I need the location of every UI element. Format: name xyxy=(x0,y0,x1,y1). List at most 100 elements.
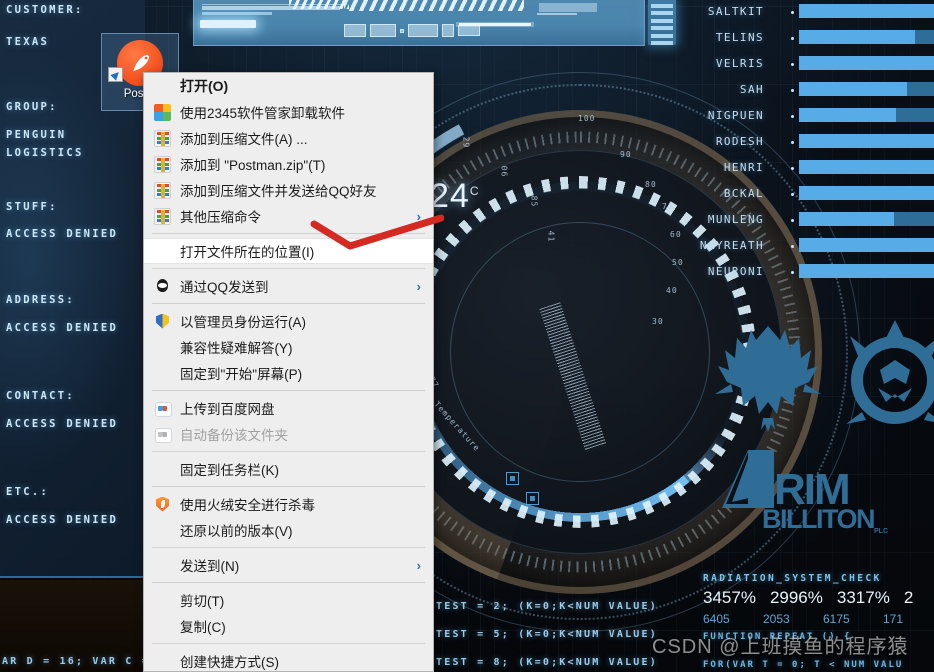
chevron-right-icon: › xyxy=(416,557,421,573)
var-code-line: AR D = 16; VAR C = xyxy=(2,656,150,667)
arim-billiton-logo: RIM BILLITONPLC xyxy=(718,450,888,535)
banner-right-block xyxy=(539,3,597,12)
entity-bar-row: SAH xyxy=(688,79,934,105)
gauge-label-10: 100 xyxy=(578,114,596,123)
menu-item-label: 通过QQ发送到 xyxy=(180,280,269,295)
menu-item-add-archive[interactable]: 添加到压缩文件(A) ... xyxy=(144,125,433,151)
entity-name: HENRI xyxy=(723,161,764,174)
customer-field-8: ACCESS DENIED xyxy=(6,322,119,334)
menu-item-label: 添加到压缩文件(A) ... xyxy=(180,132,308,147)
gauge-label-11: 90 xyxy=(620,150,632,159)
entity-bar-row: VELRIS xyxy=(688,53,934,79)
menu-item-autobackup: 自动备份该文件夹 xyxy=(144,421,433,447)
menu-item-send-to[interactable]: 发送到(N) › xyxy=(144,552,433,578)
entity-bullet-icon xyxy=(791,167,794,170)
menu-separator xyxy=(152,233,425,234)
menu-item-upload-baidu[interactable]: 上传到百度网盘 xyxy=(144,395,433,421)
readout-title: RADIATION_SYSTEM_CHECK xyxy=(703,573,882,584)
menu-separator xyxy=(152,582,425,583)
screen: 24C 0304500290685417787Temperature100908… xyxy=(0,0,934,672)
menu-item-label: 使用2345软件管家卸载软件 xyxy=(180,106,346,121)
entity-bar-overflow xyxy=(907,82,934,96)
banner-glow-bar xyxy=(200,20,256,28)
menu-item-label: 剪切(T) xyxy=(180,594,225,609)
winrar-icon xyxy=(154,207,171,225)
entity-name: NAYREATH xyxy=(699,239,764,252)
menu-item-create-shortcut[interactable]: 创建快捷方式(S) xyxy=(144,648,433,671)
entity-bar-row: MUNLENG xyxy=(688,209,934,235)
entity-bar-fill xyxy=(799,82,907,96)
gauge-label-13: 70 xyxy=(662,202,674,211)
customer-field-12: ACCESS DENIED xyxy=(6,514,119,526)
menu-item-compat-trouble[interactable]: 兼容性疑难解答(Y) xyxy=(144,334,433,360)
entity-name: TELINS xyxy=(715,31,764,44)
menu-item-huorong-scan[interactable]: 使用火绒安全进行杀毒 xyxy=(144,491,433,517)
entity-bar-overflow xyxy=(896,108,934,122)
menu-item-uninstall-2345[interactable]: 使用2345软件管家卸载软件 xyxy=(144,99,433,125)
menu-item-label: 创建快捷方式(S) xyxy=(180,655,279,670)
readout-percent-row: 3457% 2996% 3317% 2 xyxy=(703,588,934,608)
chevron-right-icon: › xyxy=(416,278,421,294)
menu-item-label: 打开(O) xyxy=(180,78,229,94)
menu-item-restore-prev[interactable]: 还原以前的版本(V) xyxy=(144,517,433,543)
readout-value: 6405 xyxy=(703,612,730,626)
menu-item-label: 添加到压缩文件并发送给QQ好友 xyxy=(180,184,377,199)
gauge-label-5: 85 xyxy=(529,195,539,208)
entity-bar-overflow xyxy=(915,30,934,44)
test-code-line: TEST = 2; (K=0;K<NUM VALUE) xyxy=(436,601,658,612)
menu-item-copy[interactable]: 复制(C) xyxy=(144,613,433,639)
menu-item-cut[interactable]: 剪切(T) xyxy=(144,587,433,613)
entity-name: SALTKIT xyxy=(707,5,764,18)
menu-item-label: 固定到任务栏(K) xyxy=(180,463,279,478)
readout-value-row: 6405 2053 6175 171 xyxy=(703,612,934,626)
banner-right-rule xyxy=(537,13,577,15)
entity-bar-fill xyxy=(799,56,934,70)
context-menu[interactable]: 打开(O) 使用2345软件管家卸载软件 添加到压缩文件(A) ... 添加到 "Po… xyxy=(143,72,434,672)
banner-hatch-small xyxy=(289,0,349,9)
readout-value: 2053 xyxy=(763,612,790,626)
entity-bullet-icon xyxy=(791,141,794,144)
menu-item-open[interactable]: 打开(O) xyxy=(144,73,433,99)
entity-bar-fill xyxy=(799,4,934,18)
readout-percent: 2996% xyxy=(769,588,823,607)
menu-item-open-location[interactable]: 打开文件所在的位置(I) xyxy=(144,238,433,264)
uac-shield-icon xyxy=(154,313,171,330)
entity-bar-list: SALTKIT TELINS VELRIS SAH NIGPUEN RODESH HENRI… xyxy=(688,0,934,285)
gauge-marker-1 xyxy=(506,472,519,485)
2345-icon xyxy=(154,103,171,121)
baidu-cloud-icon xyxy=(154,400,172,417)
menu-separator xyxy=(152,547,425,548)
menu-item-add-postman-zip[interactable]: 添加到 "Postman.zip"(T) xyxy=(144,151,433,177)
entity-bar-fill xyxy=(799,160,934,174)
dragon-emblem-icon xyxy=(715,326,821,432)
menu-item-label: 固定到"开始"屏幕(P) xyxy=(180,367,303,382)
entity-bullet-icon xyxy=(791,115,794,118)
winrar-icon xyxy=(154,155,171,173)
customer-field-9: CONTACT: xyxy=(6,390,75,402)
customer-field-6: ACCESS DENIED xyxy=(6,228,119,240)
menu-item-send-via-qq[interactable]: 通过QQ发送到 › xyxy=(144,273,433,299)
menu-item-pin-taskbar[interactable]: 固定到任务栏(K) xyxy=(144,456,433,482)
entity-name: NIGPUEN xyxy=(707,109,764,122)
menu-item-add-archive-qq[interactable]: 添加到压缩文件并发送给QQ好友 xyxy=(144,177,433,203)
menu-item-pin-to-start[interactable]: 固定到"开始"屏幕(P) xyxy=(144,360,433,386)
entity-name: SAH xyxy=(739,83,764,96)
entity-bar-row: TELINS xyxy=(688,27,934,53)
entity-name: MUNLENG xyxy=(707,213,764,226)
readout-value: 171 xyxy=(883,612,904,626)
entity-bar-fill xyxy=(799,30,916,44)
entity-bar-fill xyxy=(799,238,934,252)
entity-bar-row: HENRI xyxy=(688,157,934,183)
customer-field-0: CUSTOMER: xyxy=(6,4,84,16)
hud-top-banner xyxy=(193,0,645,46)
entity-bar-row: BCKAL xyxy=(688,183,934,209)
entity-bar-row: NAYREATH xyxy=(688,235,934,261)
entity-bar-row: SALTKIT xyxy=(688,1,934,27)
winrar-icon xyxy=(154,181,171,199)
customer-field-3: PENGUIN xyxy=(6,129,67,141)
menu-item-run-as-admin[interactable]: 以管理员身份运行(A) xyxy=(144,308,433,334)
gauge-marker-2 xyxy=(526,492,539,505)
menu-item-other-archive[interactable]: 其他压缩命令 › xyxy=(144,203,433,229)
banner-thin-bar xyxy=(459,23,531,26)
entity-bar-fill xyxy=(799,134,934,148)
